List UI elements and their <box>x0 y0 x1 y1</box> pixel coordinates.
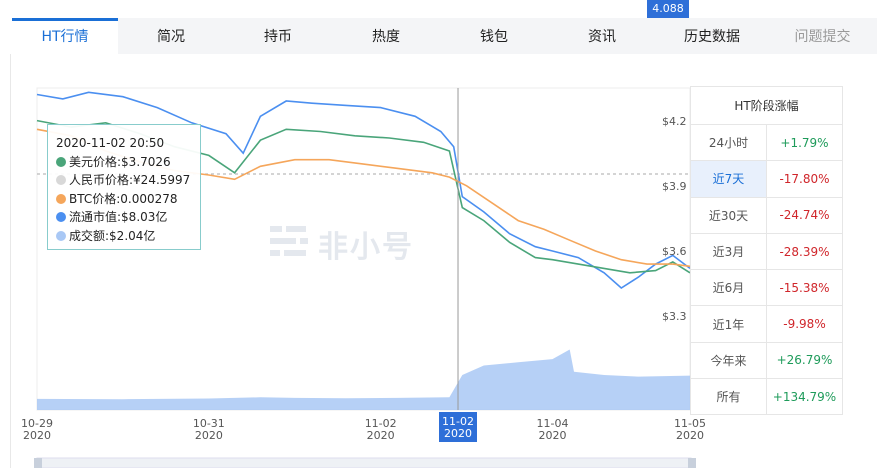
range-table-title: HT阶段涨幅 <box>690 86 843 125</box>
chart-tooltip: 2020-11-02 20:50 美元价格:$3.7026 人民币价格:¥24.… <box>47 124 201 250</box>
legend-dot-icon <box>56 230 66 241</box>
volume-area <box>37 349 690 410</box>
range-period[interactable]: 近1年 <box>690 305 767 343</box>
range-period[interactable]: 所有 <box>690 378 767 416</box>
y-tick-label: $3.6 <box>662 245 687 259</box>
y-tick-label: $4.2 <box>662 114 687 128</box>
x-axis-label: 10-31 2020 <box>189 418 229 442</box>
range-change: +1.79% <box>766 123 843 162</box>
x-axis-label: 11-04 2020 <box>533 418 573 442</box>
range-period[interactable]: 近3月 <box>690 232 767 271</box>
watermark-text: 非小号 <box>318 230 414 265</box>
y-tick-label: $3.3 <box>662 310 687 324</box>
range-slider-track <box>36 457 692 468</box>
range-change: +26.79% <box>766 341 843 380</box>
x-tick-year: 2020 <box>444 427 472 440</box>
legend-dot-icon <box>56 212 66 222</box>
legend-dot-icon <box>56 175 66 185</box>
range-period[interactable]: 近30天 <box>690 196 767 234</box>
tooltip-row: 流通市值:$8.03亿 <box>56 208 192 227</box>
tooltip-row: 美元价格:$3.7026 <box>56 153 192 172</box>
y-tick-label: $3.9 <box>662 179 687 193</box>
range-change: -28.39% <box>766 232 843 271</box>
x-tick-year: 2020 <box>366 429 395 442</box>
range-period[interactable]: 24小时 <box>690 123 767 162</box>
x-tick-year: 2020 <box>23 429 51 442</box>
range-period[interactable]: 今年来 <box>690 341 767 380</box>
tooltip-row: BTC价格:0.000278 <box>56 190 192 209</box>
x-tick-year: 2020 <box>194 429 223 442</box>
x-tick-year: 2020 <box>676 429 704 442</box>
tooltip-row: 成交额:$2.04亿 <box>56 227 192 246</box>
range-slider-handle <box>34 458 42 468</box>
x-axis-label: 10-29 2020 <box>17 418 57 442</box>
watermark-logo-icon <box>270 226 308 256</box>
range-change: -17.80% <box>766 160 843 198</box>
range-change: -24.74% <box>766 196 843 234</box>
range-period[interactable]: 近6月 <box>690 269 767 307</box>
x-axis-label: 11-02 2020 <box>361 418 401 442</box>
x-tick-year: 2020 <box>538 429 567 442</box>
range-period[interactable]: 近7天 <box>690 160 767 198</box>
x-axis-label: 11-05 2020 <box>670 418 710 442</box>
range-change-table: HT阶段涨幅 24小时 +1.79% 近7天 -17.80% 近30天 -24.74%… <box>690 86 843 416</box>
range-slider-handle <box>688 458 696 468</box>
tooltip-time: 2020-11-02 20:50 <box>56 136 165 150</box>
range-change: -15.38% <box>766 269 843 307</box>
current-price-badge: 4.088 <box>647 0 689 18</box>
range-change: -9.98% <box>766 305 843 343</box>
x-axis-current-label: 11-02 2020 <box>439 412 477 442</box>
range-change: +134.79% <box>766 378 843 416</box>
legend-dot-icon <box>56 193 66 204</box>
legend-dot-icon <box>56 156 66 167</box>
tooltip-row: 人民币价格:¥24.5997 <box>56 171 192 190</box>
